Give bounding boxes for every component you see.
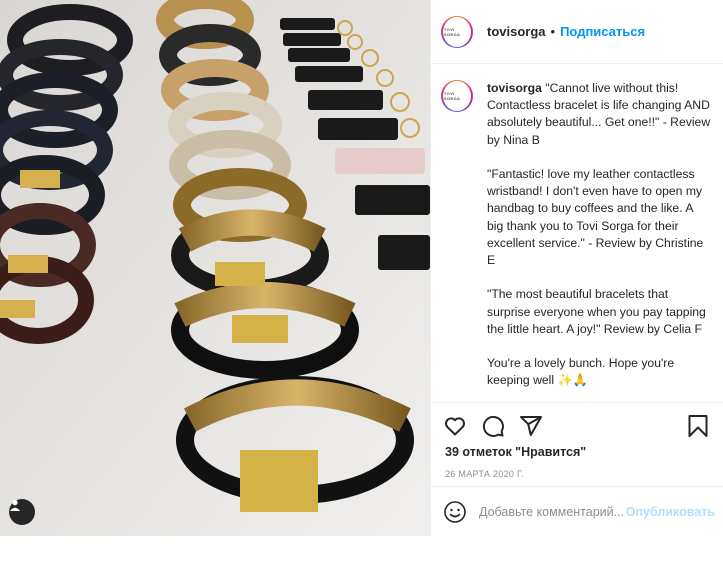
likes-count[interactable]: 39 отметок "Нравится" [445, 445, 723, 459]
author-avatar[interactable]: TOVI SORGA [441, 15, 473, 48]
post-actions: 39 отметок "Нравится" 26 МАРТА 2020 Г. [431, 402, 723, 563]
comment-input[interactable] [477, 503, 626, 520]
avatar-logo: TOVI SORGA [444, 26, 461, 37]
separator-dot: • [550, 24, 556, 39]
add-comment-bar: Опубликовать [431, 486, 723, 536]
caption-text-block: tovisorga "Cannot live without this! Con… [487, 80, 711, 390]
post-photo[interactable] [0, 0, 430, 536]
follow-button[interactable]: Подписаться [560, 24, 645, 39]
post-date[interactable]: 26 МАРТА 2020 Г. [445, 469, 723, 479]
caption-text: "Cannot live without this! Contactless b… [487, 81, 711, 388]
post-details-panel: TOVI SORGA tovisorga • Подписаться TOVI … [430, 0, 723, 536]
avatar-inner: TOVI SORGA [443, 16, 471, 47]
heart-icon[interactable] [443, 414, 467, 438]
caption-author-avatar[interactable]: TOVI SORGA [441, 80, 473, 112]
post-header: TOVI SORGA tovisorga • Подписаться [431, 0, 723, 64]
instagram-post: TOVI SORGA tovisorga • Подписаться TOVI … [0, 0, 723, 536]
publish-button[interactable]: Опубликовать [626, 505, 715, 519]
author-username[interactable]: tovisorga [487, 24, 546, 39]
caption-username[interactable]: tovisorga [487, 81, 542, 95]
caption-comment: TOVI SORGA tovisorga "Cannot live withou… [441, 80, 711, 390]
bracelets-photo [0, 0, 430, 536]
user-tag-icon [9, 500, 21, 511]
avatar-inner: TOVI SORGA [443, 81, 471, 111]
share-icon[interactable] [519, 414, 543, 438]
action-icons [431, 403, 723, 441]
bookmark-icon[interactable] [687, 414, 709, 438]
comments-area[interactable]: TOVI SORGA tovisorga "Cannot live withou… [431, 64, 723, 402]
avatar-logo: TOVI SORGA [444, 91, 461, 101]
comment-icon[interactable] [481, 414, 505, 438]
smiley-icon[interactable] [443, 500, 467, 524]
user-tag-button[interactable] [9, 499, 35, 525]
